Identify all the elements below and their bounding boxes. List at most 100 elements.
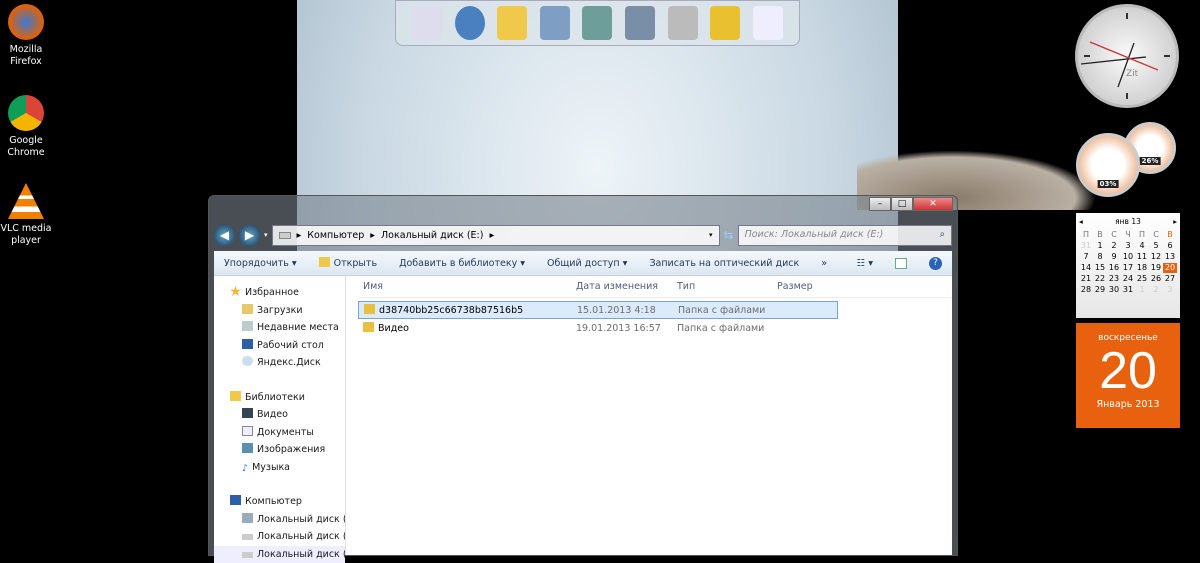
calendar-date[interactable]: 31 <box>1121 285 1135 295</box>
file-row[interactable]: Видео 19.01.2013 16:57 Папка с файлами <box>358 319 838 337</box>
calendar-date[interactable]: 28 <box>1079 285 1093 295</box>
column-date[interactable]: Дата изменения <box>576 281 677 292</box>
calendar-date[interactable]: 29 <box>1093 285 1107 295</box>
nav-item-drive-d[interactable]: Локальный диск (D:) <box>214 528 345 546</box>
calendar-date[interactable]: 3 <box>1163 285 1177 295</box>
calendar-date[interactable]: 8 <box>1093 252 1107 262</box>
forward-button[interactable]: ▶ <box>239 225 260 246</box>
nav-item-video[interactable]: Видео <box>214 406 345 424</box>
nav-item-recent-places[interactable]: Недавние места <box>214 319 345 337</box>
calendar-date[interactable]: 1 <box>1093 241 1107 251</box>
calendar-date[interactable]: 20 <box>1163 263 1177 273</box>
tools-icon[interactable] <box>668 6 698 40</box>
calendar-date[interactable]: 16 <box>1107 263 1121 273</box>
calendar-date[interactable]: 13 <box>1163 252 1177 262</box>
folder-icon[interactable] <box>497 6 527 40</box>
calendar-date[interactable]: 11 <box>1135 252 1149 262</box>
calendar-day: 20 <box>1076 343 1180 399</box>
calendar-date[interactable]: 17 <box>1121 263 1135 273</box>
calendar-date[interactable]: 1 <box>1135 285 1149 295</box>
preview-pane-icon[interactable] <box>895 258 907 269</box>
column-type[interactable]: Тип <box>677 281 777 292</box>
calendar-month: янв 13 <box>1115 217 1141 226</box>
nav-item-music[interactable]: ♪Музыка <box>214 459 345 477</box>
desktop-icon-vlc[interactable]: VLC media player <box>0 183 52 247</box>
maximize-button[interactable]: □ <box>891 197 913 211</box>
breadcrumb-computer[interactable]: Компьютер <box>307 230 364 241</box>
music-folder-icon[interactable] <box>582 6 612 40</box>
file-row[interactable]: d38740bb25c66738b87516b5 15.01.2013 4:18… <box>358 301 838 319</box>
prev-month-button[interactable]: ◂ <box>1079 217 1083 226</box>
minimize-button[interactable]: – <box>869 197 891 211</box>
help-icon[interactable]: ? <box>929 257 942 270</box>
calendar-date[interactable]: 30 <box>1107 285 1121 295</box>
calendar-date[interactable]: 18 <box>1135 263 1149 273</box>
calendar-date[interactable]: 5 <box>1149 241 1163 251</box>
nav-item-yandex-disk[interactable]: Яндекс.Диск <box>214 354 345 372</box>
calendar-date[interactable]: 14 <box>1079 263 1093 273</box>
calendar-date[interactable]: 25 <box>1135 274 1149 284</box>
file-list: Имя Дата изменения Тип Размер d38740bb25… <box>346 276 952 555</box>
settings-icon[interactable] <box>710 6 740 40</box>
search-input[interactable]: Поиск: Локальный диск (E:)⌕ <box>738 225 952 246</box>
add-to-library-button[interactable]: Добавить в библиотеку ▾ <box>399 258 525 269</box>
cpu-meter-gadget[interactable]: 03% <box>1076 133 1140 197</box>
nav-item-drive-c[interactable]: Локальный диск (C:) <box>214 511 345 529</box>
desktop-icon-chrome[interactable]: Google Chrome <box>0 95 52 159</box>
clock-brand: Zit <box>1126 69 1138 79</box>
nav-item-pictures[interactable]: Изображения <box>214 441 345 459</box>
breadcrumb-drive-e[interactable]: Локальный диск (E:) <box>381 230 483 241</box>
close-button[interactable]: ✕ <box>913 197 953 211</box>
drive-icon <box>242 534 253 540</box>
history-dropdown-icon[interactable]: ▾ <box>264 231 268 239</box>
share-button[interactable]: Общий доступ ▾ <box>547 258 627 269</box>
calendar-date[interactable]: 31 <box>1079 241 1093 251</box>
calendar-date[interactable]: 2 <box>1149 285 1163 295</box>
calendar-date[interactable]: 26 <box>1149 274 1163 284</box>
calendar-date[interactable]: 23 <box>1107 274 1121 284</box>
address-bar[interactable]: ▸Компьютер ▸Локальный диск (E:) ▸ ▾ <box>272 225 720 246</box>
column-size[interactable]: Размер <box>777 281 813 292</box>
back-button[interactable]: ◀ <box>214 225 235 246</box>
calendar-date[interactable]: 24 <box>1121 274 1135 284</box>
nav-item-downloads[interactable]: Загрузки <box>214 302 345 320</box>
more-button[interactable]: » <box>821 258 827 269</box>
calendar-date[interactable]: 3 <box>1121 241 1135 251</box>
burn-button[interactable]: Записать на оптический диск <box>649 258 799 269</box>
open-folder-icon <box>319 257 330 267</box>
calendar-date[interactable]: 6 <box>1163 241 1177 251</box>
open-button[interactable]: Открыть <box>319 257 377 269</box>
calendar-date[interactable]: 12 <box>1149 252 1163 262</box>
column-name[interactable]: Имя <box>358 281 576 292</box>
clock-gadget[interactable]: Zit <box>1075 4 1179 108</box>
desktop-icon-firefox[interactable]: Mozilla Firefox <box>0 4 52 68</box>
next-month-button[interactable]: ▸ <box>1173 217 1177 226</box>
calendar-date[interactable]: 10 <box>1121 252 1135 262</box>
refresh-icon[interactable]: ⇆ <box>724 228 734 242</box>
calendar-date[interactable]: 27 <box>1163 274 1177 284</box>
nav-libraries[interactable]: Библиотеки <box>214 389 345 407</box>
drive-icon <box>279 232 291 239</box>
calendar-gadget[interactable]: ◂янв 13▸ ПВСЧПСВ311234567891011121314151… <box>1076 213 1180 428</box>
nav-item-documents[interactable]: Документы <box>214 424 345 442</box>
nav-item-drive-e[interactable]: Локальный диск (E:) <box>214 546 345 563</box>
nav-item-desktop[interactable]: Рабочий стол <box>214 337 345 355</box>
calendar-date[interactable]: 22 <box>1093 274 1107 284</box>
view-options-icon[interactable]: ☷ ▾ <box>857 258 873 269</box>
calendar-date[interactable]: 9 <box>1107 252 1121 262</box>
calendar-date[interactable]: 7 <box>1079 252 1093 262</box>
pictures-folder-icon[interactable] <box>625 6 655 40</box>
documents-folder-icon[interactable] <box>540 6 570 40</box>
calendar-date[interactable]: 21 <box>1079 274 1093 284</box>
calendar-date[interactable]: 15 <box>1093 263 1107 273</box>
organize-button[interactable]: Упорядочить ▾ <box>224 258 297 269</box>
calendar-date[interactable]: 19 <box>1149 263 1163 273</box>
calendar-date[interactable]: 4 <box>1135 241 1149 251</box>
recycle-bin-icon[interactable] <box>753 6 783 40</box>
computer-icon[interactable] <box>412 6 442 40</box>
address-dropdown-icon[interactable]: ▾ <box>709 231 713 239</box>
nav-computer[interactable]: Компьютер <box>214 493 345 511</box>
network-icon[interactable] <box>455 6 485 40</box>
calendar-date[interactable]: 2 <box>1107 241 1121 251</box>
nav-favorites[interactable]: Избранное <box>214 284 345 302</box>
